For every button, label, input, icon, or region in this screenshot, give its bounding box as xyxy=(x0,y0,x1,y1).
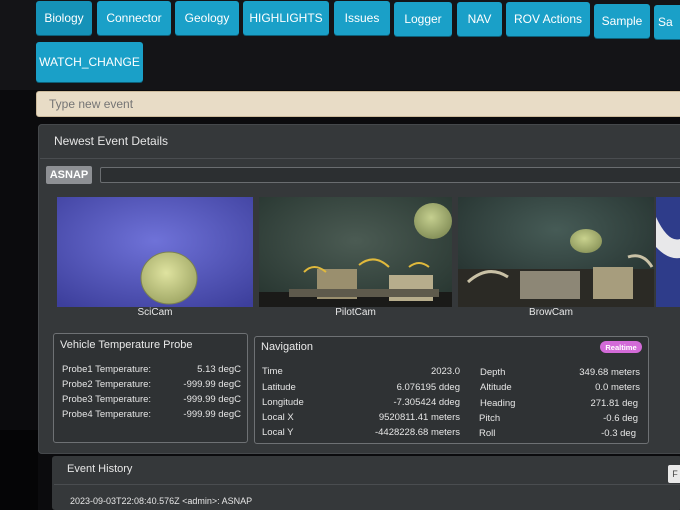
tab-connector[interactable]: Connector xyxy=(97,1,171,35)
event-history-button[interactable]: F xyxy=(668,465,680,483)
tab-nav[interactable]: NAV xyxy=(457,2,502,36)
extra-cam-photo xyxy=(656,197,680,307)
nav-heading-label: Heading xyxy=(480,398,516,409)
tab-biology[interactable]: Biology xyxy=(36,1,92,35)
nav-time-value: 2023.0 xyxy=(430,366,460,377)
nav-localx-value: 9520811.41 meters xyxy=(378,412,460,423)
probe1-label: Probe1 Temperature: xyxy=(62,364,152,375)
browcam-label: BrowCam xyxy=(529,307,573,318)
history-item[interactable]: 2023-09-03T22:08:40.576Z <admin>: ASNAP xyxy=(70,496,252,506)
newest-event-title: Newest Event Details xyxy=(54,134,169,148)
nav-depth-value: 349.68 meters xyxy=(579,367,640,378)
tab-rov-actions[interactable]: ROV Actions xyxy=(506,2,590,36)
browcam-image[interactable] xyxy=(458,197,654,307)
tab-sample[interactable]: Sample xyxy=(594,4,650,38)
probe4-label: Probe4 Temperature: xyxy=(62,409,152,420)
tab-highlights[interactable]: HIGHLIGHTS xyxy=(243,1,329,35)
probe3-value: -999.99 degC xyxy=(183,394,241,405)
probe2-label: Probe2 Temperature: xyxy=(62,379,152,390)
scicam-photo xyxy=(57,197,253,307)
panel-divider xyxy=(40,158,680,159)
tab-geology[interactable]: Geology xyxy=(175,1,239,35)
nav-altitude-value: 0.0 meters xyxy=(595,382,640,393)
nav-time-label: Time xyxy=(262,366,283,377)
nav-roll-label: Roll xyxy=(479,428,496,439)
new-event-input[interactable] xyxy=(36,91,680,117)
history-divider xyxy=(54,484,680,485)
event-history-title: Event History xyxy=(67,463,133,475)
scicam-label: SciCam xyxy=(137,307,173,318)
probe2-value: -999.99 degC xyxy=(183,379,241,390)
pilotcam-image[interactable] xyxy=(259,197,452,307)
pilotcam-photo xyxy=(259,197,452,307)
probe4-value: -999.99 degC xyxy=(183,409,241,420)
nav-heading-value: 271.81 deg xyxy=(590,398,638,409)
nav-pitch-label: Pitch xyxy=(479,413,501,424)
temperature-title: Vehicle Temperature Probe xyxy=(60,339,193,351)
nav-roll-value: -0.3 deg xyxy=(601,428,636,439)
tab-issues[interactable]: Issues xyxy=(334,1,390,35)
probe1-value: 5.13 degC xyxy=(197,364,241,375)
tab-sa-truncated[interactable]: Sa xyxy=(654,5,680,39)
realtime-badge: Realtime xyxy=(600,341,642,353)
event-text-field xyxy=(100,167,680,183)
tab-logger[interactable]: Logger xyxy=(394,2,452,36)
nav-localx-label: Local X xyxy=(262,412,294,423)
navigation-title: Navigation xyxy=(261,341,313,353)
nav-localy-value: -4428228.68 meters xyxy=(374,427,460,438)
nav-depth-label: Depth xyxy=(480,367,506,378)
tab-watch-change[interactable]: WATCH_CHANGE xyxy=(36,42,143,82)
scicam-image[interactable] xyxy=(57,197,253,307)
pilotcam-label: PilotCam xyxy=(335,307,376,318)
nav-altitude-label: Altitude xyxy=(480,382,512,393)
nav-longitude-value: -7.305424 ddeg xyxy=(393,397,460,408)
nav-longitude-label: Longitude xyxy=(262,397,304,408)
screen-bezel xyxy=(0,430,38,510)
nav-localy-label: Local Y xyxy=(262,427,294,438)
browcam-photo xyxy=(458,197,654,307)
event-type-badge: ASNAP xyxy=(46,166,92,184)
nav-latitude-value: 6.076195 ddeg xyxy=(396,382,460,393)
probe3-label: Probe3 Temperature: xyxy=(62,394,152,405)
nav-latitude-label: Latitude xyxy=(262,382,296,393)
nav-pitch-value: -0.6 deg xyxy=(603,413,638,424)
extra-cam-edge xyxy=(656,197,680,307)
